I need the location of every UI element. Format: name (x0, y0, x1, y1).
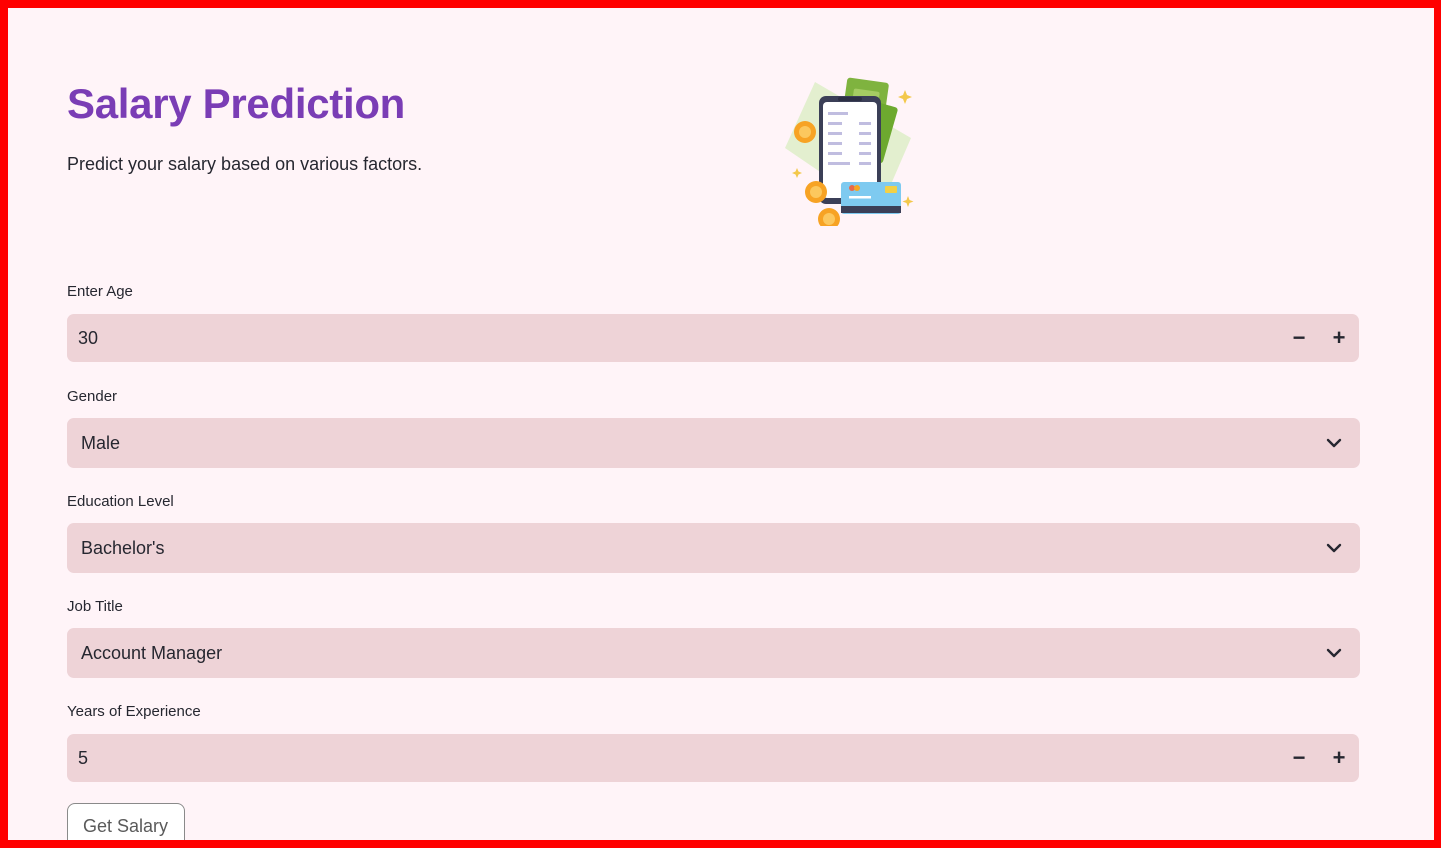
gender-selected-value: Male (81, 432, 121, 453)
job-title-selected-value: Account Manager (81, 642, 223, 663)
experience-value[interactable]: 5 (78, 748, 88, 769)
age-label: Enter Age (67, 283, 133, 300)
gender-label: Gender (67, 388, 118, 405)
page-subtitle: Predict your salary based on various fac… (67, 154, 423, 174)
experience-label: Years of Experience (67, 703, 201, 720)
experience-increment-button[interactable]: + (1319, 734, 1359, 782)
chevron-down-icon[interactable] (1324, 538, 1344, 558)
page-title: Salary Prediction (67, 80, 406, 127)
age-increment-button[interactable]: + (1319, 314, 1359, 362)
chevron-down-icon[interactable] (1324, 643, 1344, 663)
gender-select[interactable]: Male (67, 418, 1360, 468)
mobile-payment-illustration (785, 77, 914, 226)
chevron-down-icon[interactable] (1324, 433, 1344, 453)
education-selected-value: Bachelor's (81, 537, 165, 558)
job-title-label: Job Title (67, 598, 123, 615)
age-input[interactable]: 30 − + (67, 314, 1359, 362)
experience-input[interactable]: 5 − + (67, 734, 1359, 782)
education-label: Education Level (67, 493, 174, 510)
age-value[interactable]: 30 (78, 328, 98, 349)
age-decrement-button[interactable]: − (1279, 314, 1319, 362)
get-salary-button[interactable]: Get Salary (67, 803, 185, 840)
experience-decrement-button[interactable]: − (1279, 734, 1319, 782)
app-container: Salary Prediction Predict your salary ba… (8, 8, 1434, 840)
education-select[interactable]: Bachelor's (67, 523, 1360, 573)
job-title-select[interactable]: Account Manager (67, 628, 1360, 678)
